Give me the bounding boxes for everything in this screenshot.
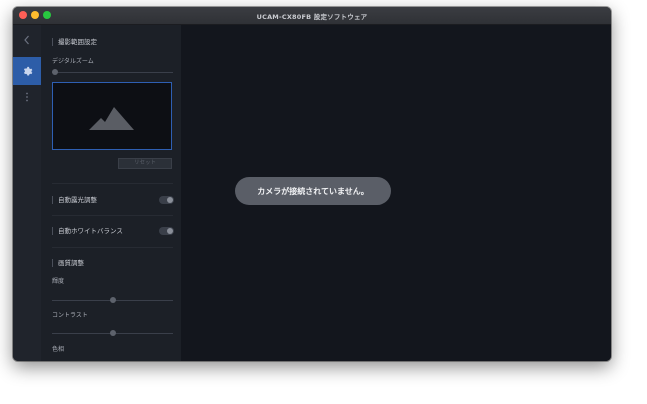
toggle-knob <box>167 197 173 203</box>
auto-exposure-label: 自動露光調整 <box>52 196 97 204</box>
gear-icon <box>22 62 33 81</box>
hue-label: 色相 <box>52 346 65 353</box>
settings-nav-button[interactable] <box>13 57 41 85</box>
brightness-slider-knob[interactable] <box>109 297 116 303</box>
image-quality-section-title: 画質調整 <box>52 259 84 267</box>
divider <box>52 247 173 248</box>
contrast-slider-knob[interactable] <box>109 330 116 336</box>
zoom-preview[interactable] <box>52 82 172 150</box>
navigation-rail <box>13 25 41 361</box>
window-controls <box>19 11 51 19</box>
contrast-label: コントラスト <box>52 312 88 319</box>
auto-white-balance-toggle[interactable] <box>159 227 174 235</box>
minimize-window-button[interactable] <box>31 11 39 19</box>
chevron-left-icon[interactable] <box>13 35 41 49</box>
brightness-label: 輝度 <box>52 278 65 285</box>
title-bar: UCAM-CX80FB 設定ソフトウェア <box>13 7 611 25</box>
close-window-button[interactable] <box>19 11 27 19</box>
window-title: UCAM-CX80FB 設定ソフトウェア <box>256 12 368 21</box>
brightness-slider[interactable] <box>52 297 173 303</box>
digital-zoom-label: デジタルズーム <box>52 58 94 65</box>
digital-zoom-slider[interactable] <box>52 69 173 75</box>
reset-button[interactable]: リセット <box>118 158 172 169</box>
toggle-knob <box>167 228 173 234</box>
vertical-dots-icon[interactable] <box>13 89 41 105</box>
status-toast: カメラが接続されていません。 <box>235 177 391 205</box>
mountain-placeholder-icon <box>89 107 134 130</box>
contrast-slider[interactable] <box>52 330 173 336</box>
divider <box>52 215 173 216</box>
zoom-window-button[interactable] <box>43 11 51 19</box>
capture-range-section-title: 撮影範囲設定 <box>52 38 97 46</box>
divider <box>52 183 173 184</box>
digital-zoom-slider-knob[interactable] <box>52 69 58 75</box>
auto-exposure-toggle[interactable] <box>159 196 174 204</box>
auto-white-balance-label: 自動ホワイトバランス <box>52 227 123 235</box>
settings-panel: 撮影範囲設定 デジタルズーム リセット 自動露光調整 自動ホワイトバランス 画質… <box>41 25 181 361</box>
